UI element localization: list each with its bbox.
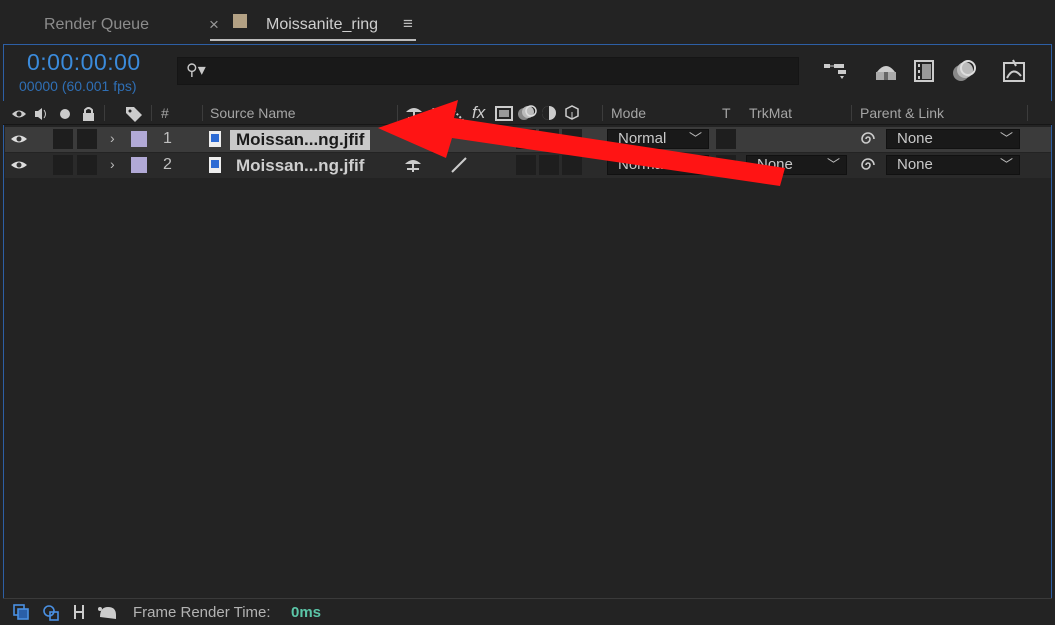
parent-dropdown[interactable]: None ﹀ xyxy=(886,155,1020,175)
close-tab-icon[interactable]: × xyxy=(209,15,219,35)
image-icon xyxy=(209,157,221,173)
column-parent-link[interactable]: Parent & Link xyxy=(860,105,944,121)
frame-blending-icon[interactable] xyxy=(911,58,939,84)
eye-icon[interactable] xyxy=(10,159,28,171)
3d-layer-switch[interactable] xyxy=(562,129,582,149)
frame-render-time-label: Frame Render Time: xyxy=(133,604,271,621)
expand-icon[interactable]: › xyxy=(110,130,115,146)
column-mode[interactable]: Mode xyxy=(611,105,646,121)
layer-number: 1 xyxy=(163,130,172,147)
solo-switch[interactable] xyxy=(53,155,73,175)
motion-blur-switch[interactable] xyxy=(516,155,536,175)
column-separator xyxy=(602,105,603,121)
tab-composition[interactable]: Moissanite_ring xyxy=(266,16,378,34)
parent-pickwhip-icon[interactable] xyxy=(859,156,877,174)
layer-name[interactable]: Moissan...ng.jfif xyxy=(236,156,364,176)
draft-3d-icon[interactable] xyxy=(872,58,900,84)
column-t[interactable]: T xyxy=(722,105,731,121)
column-number[interactable]: # xyxy=(161,105,169,121)
svg-text:✲: ✲ xyxy=(427,105,440,123)
parent-pickwhip-icon[interactable] xyxy=(859,130,877,148)
expand-icon[interactable]: › xyxy=(110,156,115,172)
motion-blur-toggle-icon[interactable] xyxy=(950,58,978,84)
column-separator xyxy=(397,105,398,121)
active-tab-indicator xyxy=(210,39,416,41)
layer-label-swatch[interactable] xyxy=(131,157,147,173)
lock-switch[interactable] xyxy=(77,129,97,149)
composition-flowchart-icon[interactable] xyxy=(822,58,850,84)
image-icon xyxy=(209,131,221,147)
current-time-display[interactable]: 0:00:00:00 xyxy=(27,49,141,76)
adjustment-switch[interactable] xyxy=(539,155,559,175)
layer-name[interactable]: Moissan...ng.jfif xyxy=(230,130,371,150)
column-separator xyxy=(1027,105,1028,121)
column-trkmat[interactable]: TrkMat xyxy=(749,105,792,121)
graph-editor-icon[interactable] xyxy=(1001,58,1029,84)
column-separator xyxy=(104,105,105,121)
solo-switch[interactable] xyxy=(53,129,73,149)
eye-icon[interactable] xyxy=(10,133,28,145)
column-source-name[interactable]: Source Name xyxy=(210,105,296,121)
search-input[interactable] xyxy=(214,60,778,82)
column-separator xyxy=(151,105,152,121)
blend-mode-dropdown[interactable]: Normal ﹀ xyxy=(607,155,709,175)
frame-render-time-value: 0ms xyxy=(291,604,322,621)
panel-tab-bar xyxy=(0,0,1055,50)
panel-menu-icon[interactable]: ≡ xyxy=(403,14,413,34)
layer-label-swatch[interactable] xyxy=(131,131,147,147)
column-separator xyxy=(851,105,852,121)
layer-number: 2 xyxy=(163,156,172,173)
blend-mode-dropdown[interactable]: Normal ﹀ xyxy=(607,129,709,149)
adjustment-switch[interactable] xyxy=(539,129,559,149)
tab-render-queue[interactable]: Render Queue xyxy=(44,16,149,34)
shy-icon[interactable] xyxy=(404,157,424,173)
3d-layer-switch[interactable] xyxy=(562,155,582,175)
track-matte-dropdown[interactable]: None ﹀ xyxy=(746,155,847,175)
motion-blur-switch[interactable] xyxy=(516,129,536,149)
preserve-transparency-switch[interactable] xyxy=(716,129,736,149)
footer-toggle-icons xyxy=(13,604,116,621)
av-features-header xyxy=(12,107,94,121)
composition-color-swatch xyxy=(233,14,247,28)
column-separator xyxy=(202,105,203,121)
quality-icon[interactable] xyxy=(449,156,469,174)
lock-switch[interactable] xyxy=(77,155,97,175)
frame-count-display: 00000 (60.001 fps) xyxy=(19,78,137,94)
layer-switches-header-2 xyxy=(495,105,579,121)
parent-dropdown[interactable]: None ﹀ xyxy=(886,129,1020,149)
preserve-transparency-switch[interactable] xyxy=(716,155,736,175)
fx-icon: fx xyxy=(472,103,486,122)
search-icon[interactable]: ⚲▾ xyxy=(186,60,206,80)
label-icon[interactable] xyxy=(124,105,144,123)
